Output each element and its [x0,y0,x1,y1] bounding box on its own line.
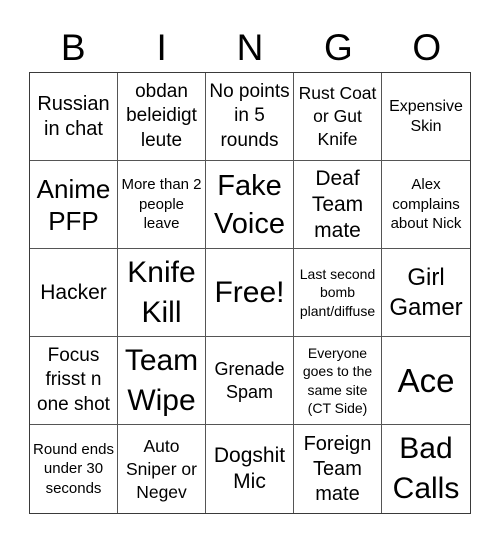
cell-label: Knife Kill [127,255,196,329]
header-letter-n: N [236,27,264,68]
bingo-cell[interactable]: Girl Gamer [382,249,470,337]
bingo-cell[interactable]: Anime PFP [30,161,118,249]
bingo-cell[interactable]: Focus frisst n one shot [30,337,118,425]
bingo-cell[interactable]: Dogshit Mic [206,425,294,513]
cell-label: Girl Gamer [389,263,463,321]
cell-label: Focus frisst n one shot [37,344,110,415]
cell-label: No points in 5 rounds [209,80,290,151]
cell-label: Alex complains about Nick [390,176,462,233]
bingo-cell[interactable]: obdan beleidigt leute [118,73,206,161]
bingo-cell[interactable]: Last second bomb plant/diffuse [294,249,382,337]
bingo-cell[interactable]: Knife Kill [118,249,206,337]
bingo-cell[interactable]: Team Wipe [118,337,206,425]
cell-label: Team Wipe [124,343,199,417]
cell-label: Expensive Skin [389,97,463,135]
cell-label: Russian in chat [37,92,110,140]
bingo-cell[interactable]: Alex complains about Nick [382,161,470,249]
bingo-cell[interactable]: Bad Calls [382,425,470,513]
bingo-cell[interactable]: Foreign Team mate [294,425,382,513]
cell-label: Last second bomb plant/diffuse [299,265,376,319]
bingo-cell[interactable]: No points in 5 rounds [206,73,294,161]
free-space-label: Free! [214,275,285,309]
header-letter-i: I [156,27,167,68]
cell-label: Dogshit Mic [213,444,286,493]
bingo-cell[interactable]: Expensive Skin [382,73,470,161]
bingo-cell[interactable]: Deaf Team mate [294,161,382,249]
bingo-board: Russian in chat obdan beleidigt leute No… [29,72,471,514]
bingo-cell[interactable]: Ace [382,337,470,425]
header-letter-o: O [412,27,442,68]
cell-label: Ace [397,361,455,399]
cell-label: Foreign Team mate [303,432,372,505]
free-space-cell[interactable]: Free! [206,249,294,337]
cell-label: Deaf Team mate [311,166,364,242]
header-letter-g: G [324,27,353,68]
cell-label: Fake Voice [214,169,285,240]
cell-label: Grenade Spam [214,358,285,402]
cell-label: Anime PFP [36,173,111,236]
bingo-cell[interactable]: Rust Coat or Gut Knife [294,73,382,161]
cell-label: Rust Coat or Gut Knife [298,83,377,149]
cell-label: Bad Calls [392,432,460,505]
cell-label: Round ends under 30 seconds [33,440,114,497]
cell-label: More than 2 people leave [121,176,202,233]
bingo-cell[interactable]: Everyone goes to the same site (CT Side) [294,337,382,425]
cell-label: obdan beleidigt leute [126,80,197,151]
bingo-cell[interactable]: Russian in chat [30,73,118,161]
bingo-cell[interactable]: More than 2 people leave [118,161,206,249]
bingo-cell[interactable]: Grenade Spam [206,337,294,425]
cell-label: Auto Sniper or Negev [125,435,197,502]
bingo-cell[interactable]: Auto Sniper or Negev [118,425,206,513]
bingo-cell[interactable]: Fake Voice [206,161,294,249]
cell-label: Hacker [40,280,107,304]
bingo-cell[interactable]: Hacker [30,249,118,337]
bingo-header: B I N G O [29,28,471,68]
header-letter-b: B [60,27,86,68]
cell-label: Everyone goes to the same site (CT Side) [302,344,373,417]
bingo-cell[interactable]: Round ends under 30 seconds [30,425,118,513]
